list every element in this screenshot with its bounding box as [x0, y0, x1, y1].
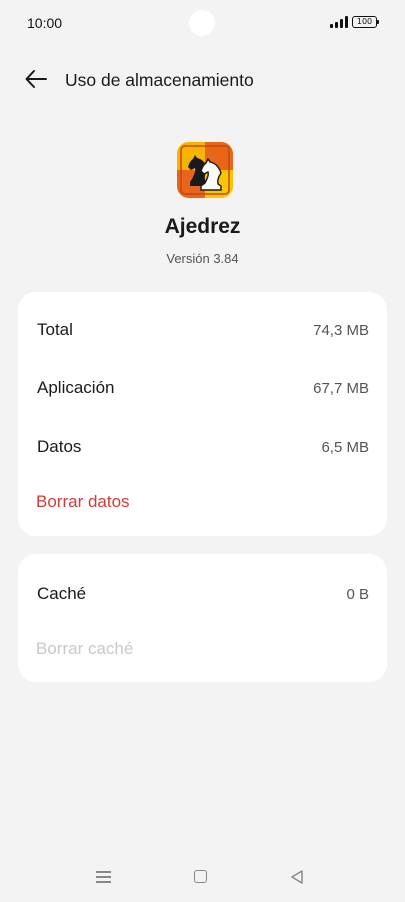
menu-icon[interactable]: [96, 870, 111, 884]
row-label: Datos: [37, 437, 82, 456]
storage-row-data: Datos 6,5 MB: [18, 427, 387, 467]
header: Uso de almacenamiento: [0, 58, 405, 102]
navigation-bar: [0, 858, 405, 898]
clear-cache-button[interactable]: Borrar caché: [36, 639, 133, 659]
app-name: Ajedrez: [164, 215, 241, 238]
battery-icon: 100: [352, 16, 379, 28]
status-bar: 10:00 100: [0, 0, 405, 44]
storage-row-app: Aplicación 67,7 MB: [18, 368, 387, 408]
row-value: 6,5 MB: [321, 439, 369, 456]
clear-data-button[interactable]: Borrar datos: [36, 492, 130, 512]
cache-card: Caché 0 B Borrar caché: [18, 554, 387, 682]
row-label: Aplicación: [37, 378, 115, 397]
back-icon[interactable]: [290, 869, 304, 885]
row-value: 67,7 MB: [313, 380, 369, 397]
storage-card: Total 74,3 MB Aplicación 67,7 MB Datos 6…: [18, 292, 387, 536]
status-time: 10:00: [27, 15, 63, 31]
page-title: Uso de almacenamiento: [65, 70, 254, 90]
row-value: 0 B: [346, 586, 369, 603]
chess-knight-app-icon: [177, 142, 233, 198]
camera-cutout: [189, 10, 215, 36]
row-value: 74,3 MB: [313, 322, 369, 339]
signal-icon: [330, 16, 348, 28]
row-label: Total: [37, 320, 73, 339]
arrow-left-icon[interactable]: [24, 68, 48, 90]
storage-row-total: Total 74,3 MB: [18, 310, 387, 350]
row-label: Caché: [37, 584, 87, 603]
cache-row: Caché 0 B: [18, 574, 387, 614]
screen: 10:00 100 Uso de almacenamiento Ajedrez …: [0, 0, 405, 902]
home-icon[interactable]: [194, 870, 207, 883]
app-version: Versión 3.84: [166, 251, 239, 266]
